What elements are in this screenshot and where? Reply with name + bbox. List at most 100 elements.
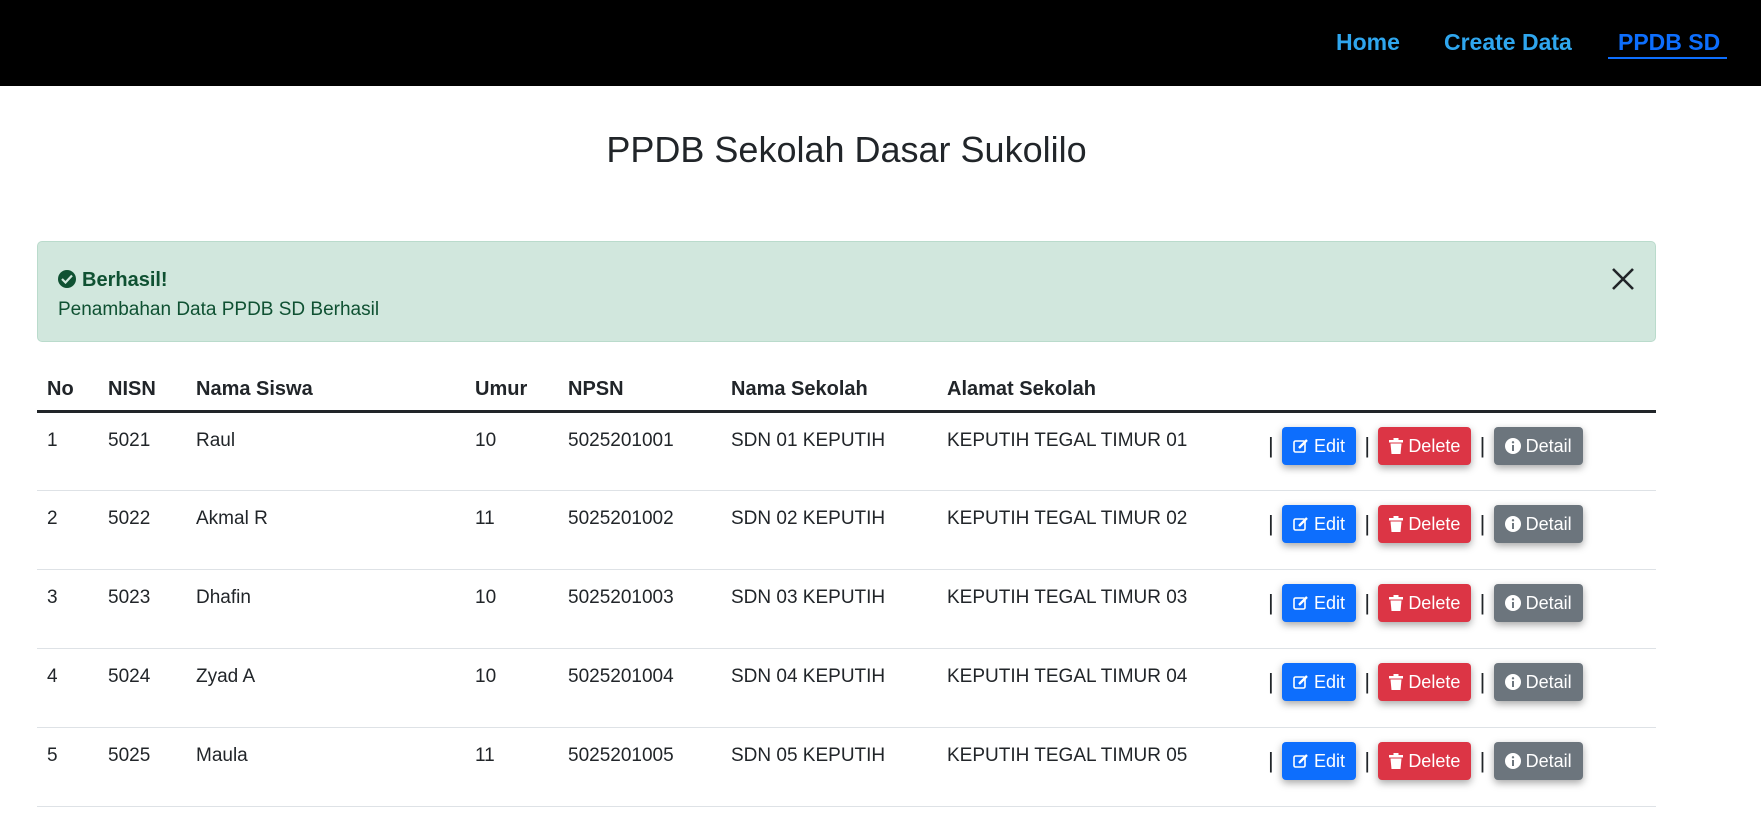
cell-nisn: 5024 — [98, 648, 186, 728]
success-alert: Berhasil! Penambahan Data PPDB SD Berhas… — [37, 241, 1656, 342]
action-separator: | — [1479, 748, 1486, 773]
action-separator: | — [1364, 433, 1371, 458]
cell-alamat-sekolah: KEPUTIH TEGAL TIMUR 01 — [937, 411, 1255, 491]
action-separator: | — [1268, 511, 1274, 536]
cell-nama-sekolah: SDN 02 KEPUTIH — [721, 490, 937, 570]
action-separator: | — [1479, 669, 1486, 694]
cell-nisn: 5023 — [98, 569, 186, 649]
action-separator: | — [1268, 748, 1274, 773]
header-nisn: NISN — [98, 368, 186, 413]
action-separator: | — [1479, 590, 1486, 615]
cell-umur: 11 — [465, 490, 558, 570]
delete-button[interactable]: Delete — [1378, 505, 1472, 543]
delete-button[interactable]: Delete — [1378, 742, 1472, 780]
delete-button[interactable]: Delete — [1378, 427, 1472, 465]
cell-umur: 10 — [465, 648, 558, 728]
cell-nama-siswa: Raul — [186, 411, 465, 491]
detail-button[interactable]: Detail — [1493, 663, 1583, 701]
header-actions — [1255, 368, 1656, 413]
cell-nama-siswa: Maula — [186, 727, 465, 807]
edit-icon — [1293, 596, 1308, 610]
cell-alamat-sekolah: KEPUTIH TEGAL TIMUR 05 — [937, 727, 1255, 807]
action-separator: | — [1268, 433, 1274, 458]
cell-no: 2 — [37, 490, 98, 570]
row-actions: | Edit | Delete | Detail — [1255, 490, 1656, 570]
cell-umur: 10 — [465, 569, 558, 649]
header-no: No — [37, 368, 98, 413]
detail-button[interactable]: Detail — [1493, 505, 1583, 543]
nav-ppdb-sd-link[interactable]: PPDB SD — [1618, 27, 1720, 57]
cell-umur: 10 — [465, 411, 558, 491]
alert-heading: Berhasil! — [58, 267, 168, 293]
row-actions: | Edit | Delete | Detail — [1255, 569, 1656, 649]
info-circle-icon — [1504, 516, 1521, 532]
detail-button[interactable]: Detail — [1493, 742, 1583, 780]
cell-nisn: 5021 — [98, 411, 186, 491]
row-actions: | Edit | Delete | Detail — [1255, 727, 1656, 807]
top-navbar: Home Create Data PPDB SD — [0, 0, 1761, 86]
edit-button[interactable]: Edit — [1282, 742, 1357, 780]
check-circle-icon — [58, 270, 76, 288]
header-npsn: NPSN — [558, 368, 721, 413]
header-alamat-sekolah: Alamat Sekolah — [937, 368, 1255, 413]
info-circle-icon — [1504, 753, 1521, 769]
cell-nisn: 5025 — [98, 727, 186, 807]
cell-nisn: 5022 — [98, 490, 186, 570]
ppdb-table: No NISN Nama Siswa Umur NPSN Nama Sekola… — [37, 368, 1656, 807]
table-row: 4 5024 Zyad A 10 5025201004 SDN 04 KEPUT… — [37, 648, 1656, 728]
active-nav-underline — [1608, 57, 1727, 59]
edit-button[interactable]: Edit — [1282, 427, 1357, 465]
delete-button[interactable]: Delete — [1378, 663, 1472, 701]
cell-npsn: 5025201003 — [558, 569, 721, 649]
alert-title: Berhasil! — [82, 269, 168, 291]
detail-button[interactable]: Detail — [1493, 584, 1583, 622]
nav-home-link[interactable]: Home — [1336, 27, 1400, 57]
cell-npsn: 5025201001 — [558, 411, 721, 491]
table-row: 3 5023 Dhafin 10 5025201003 SDN 03 KEPUT… — [37, 569, 1656, 649]
cell-nama-siswa: Zyad A — [186, 648, 465, 728]
trash-icon — [1389, 516, 1404, 532]
cell-alamat-sekolah: KEPUTIH TEGAL TIMUR 03 — [937, 569, 1255, 649]
cell-npsn: 5025201004 — [558, 648, 721, 728]
cell-umur: 11 — [465, 727, 558, 807]
edit-icon — [1293, 754, 1308, 768]
row-actions: | Edit | Delete | Detail — [1255, 411, 1656, 491]
table-header-row: No NISN Nama Siswa Umur NPSN Nama Sekola… — [37, 368, 1656, 413]
close-icon[interactable] — [1609, 265, 1637, 293]
alert-message: Penambahan Data PPDB SD Berhasil — [58, 299, 380, 320]
trash-icon — [1389, 753, 1404, 769]
cell-nama-siswa: Dhafin — [186, 569, 465, 649]
cell-nama-sekolah: SDN 05 KEPUTIH — [721, 727, 937, 807]
table-row: 5 5025 Maula 11 5025201005 SDN 05 KEPUTI… — [37, 727, 1656, 807]
detail-button[interactable]: Detail — [1493, 427, 1583, 465]
cell-no: 1 — [37, 411, 98, 491]
info-circle-icon — [1504, 438, 1521, 454]
edit-button[interactable]: Edit — [1282, 505, 1357, 543]
edit-button[interactable]: Edit — [1282, 663, 1357, 701]
trash-icon — [1389, 595, 1404, 611]
edit-icon — [1293, 439, 1308, 453]
cell-alamat-sekolah: KEPUTIH TEGAL TIMUR 02 — [937, 490, 1255, 570]
nav-create-data-link[interactable]: Create Data — [1444, 27, 1572, 57]
header-nama-siswa: Nama Siswa — [186, 368, 465, 413]
cell-alamat-sekolah: KEPUTIH TEGAL TIMUR 04 — [937, 648, 1255, 728]
page-title: PPDB Sekolah Dasar Sukolilo — [606, 129, 1087, 170]
table-row: 2 5022 Akmal R 11 5025201002 SDN 02 KEPU… — [37, 490, 1656, 570]
cell-npsn: 5025201002 — [558, 490, 721, 570]
edit-icon — [1293, 675, 1308, 689]
info-circle-icon — [1504, 674, 1521, 690]
edit-button[interactable]: Edit — [1282, 584, 1357, 622]
delete-button[interactable]: Delete — [1378, 584, 1472, 622]
cell-nama-sekolah: SDN 01 KEPUTIH — [721, 411, 937, 491]
trash-icon — [1389, 438, 1404, 454]
action-separator: | — [1364, 669, 1371, 694]
header-umur: Umur — [465, 368, 558, 413]
info-circle-icon — [1504, 595, 1521, 611]
cell-nama-siswa: Akmal R — [186, 490, 465, 570]
header-nama-sekolah: Nama Sekolah — [721, 368, 937, 413]
action-separator: | — [1268, 669, 1274, 694]
action-separator: | — [1479, 433, 1486, 458]
action-separator: | — [1364, 748, 1371, 773]
row-actions: | Edit | Delete | Detail — [1255, 648, 1656, 728]
trash-icon — [1389, 674, 1404, 690]
